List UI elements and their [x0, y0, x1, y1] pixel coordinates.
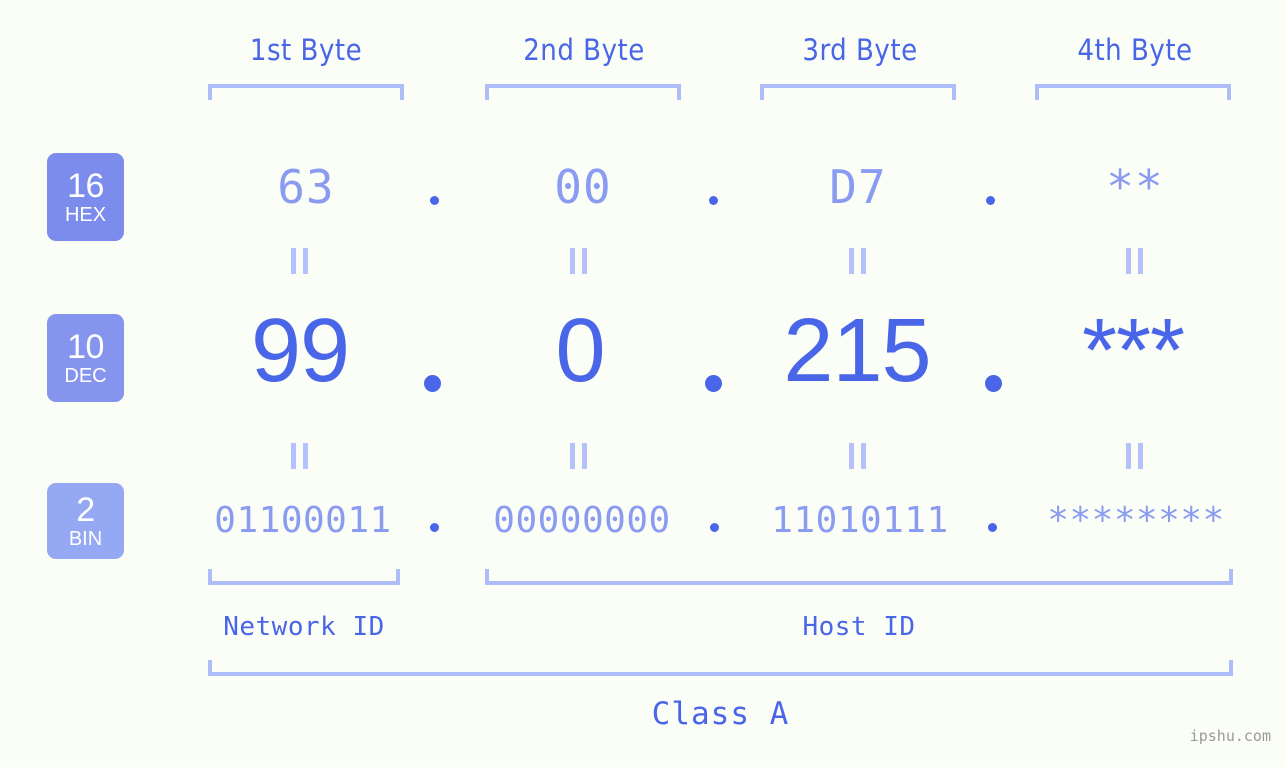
host-id-bracket: [485, 569, 1233, 585]
equals-mark-hex-dec-1: [291, 248, 308, 274]
radix-badge-dec: 10 DEC: [47, 314, 124, 402]
site-watermark: ipshu.com: [1189, 727, 1271, 745]
network-id-bracket: [208, 569, 400, 585]
radix-badge-bin-number: 2: [76, 491, 95, 529]
equals-mark-dec-bin-3: [849, 443, 866, 469]
byte-header-1: 1st Byte: [249, 33, 363, 67]
hex-dot-1: [430, 196, 439, 205]
equals-mark-hex-dec-3: [849, 248, 866, 274]
bin-octet-4: ********: [1047, 500, 1225, 541]
hex-dot-2: [709, 196, 718, 205]
hex-octet-3: D7: [829, 160, 887, 214]
dec-octet-4: ***: [1081, 301, 1185, 401]
radix-badge-hex-system: HEX: [64, 204, 107, 226]
network-id-label: Network ID: [223, 612, 385, 642]
equals-mark-hex-dec-2: [570, 248, 587, 274]
dec-octet-3: 215: [783, 301, 931, 401]
byte-bracket-top-3: [760, 84, 956, 100]
hex-octet-2: 00: [554, 160, 612, 214]
hex-dot-3: [986, 196, 995, 205]
dec-dot-1: [424, 375, 441, 392]
dec-octet-1: 99: [250, 301, 350, 401]
bin-octet-3: 11010111: [771, 500, 949, 541]
equals-mark-dec-bin-4: [1126, 443, 1143, 469]
bin-dot-2: [710, 523, 719, 532]
bin-octet-1: 01100011: [214, 500, 392, 541]
radix-badge-dec-system: DEC: [64, 365, 107, 387]
radix-badge-bin: 2 BIN: [47, 483, 124, 559]
hex-octet-1: 63: [277, 160, 335, 214]
dec-dot-2: [705, 375, 722, 392]
equals-mark-hex-dec-4: [1126, 248, 1143, 274]
dec-octet-2: 0: [555, 301, 605, 401]
class-label: Class A: [651, 696, 790, 732]
hex-octet-4: **: [1106, 160, 1164, 214]
radix-badge-hex: 16 HEX: [47, 153, 124, 241]
byte-header-2: 2nd Byte: [523, 33, 645, 67]
radix-badge-bin-system: BIN: [68, 528, 103, 550]
byte-bracket-top-2: [485, 84, 681, 100]
radix-badge-hex-number: 16: [67, 167, 104, 205]
class-bracket: [208, 660, 1233, 676]
byte-header-3: 3rd Byte: [802, 33, 918, 67]
dec-dot-3: [985, 375, 1002, 392]
host-id-label: Host ID: [802, 612, 916, 642]
byte-header-4: 4th Byte: [1077, 33, 1193, 67]
equals-mark-dec-bin-1: [291, 443, 308, 469]
radix-badge-dec-number: 10: [67, 328, 104, 366]
byte-bracket-top-4: [1035, 84, 1231, 100]
byte-bracket-top-1: [208, 84, 404, 100]
bin-dot-3: [988, 523, 997, 532]
ip-address-breakdown-diagram: 1st Byte 2nd Byte 3rd Byte 4th Byte 16 H…: [0, 0, 1285, 767]
equals-mark-dec-bin-2: [570, 443, 587, 469]
bin-octet-2: 00000000: [493, 500, 671, 541]
bin-dot-1: [430, 523, 439, 532]
